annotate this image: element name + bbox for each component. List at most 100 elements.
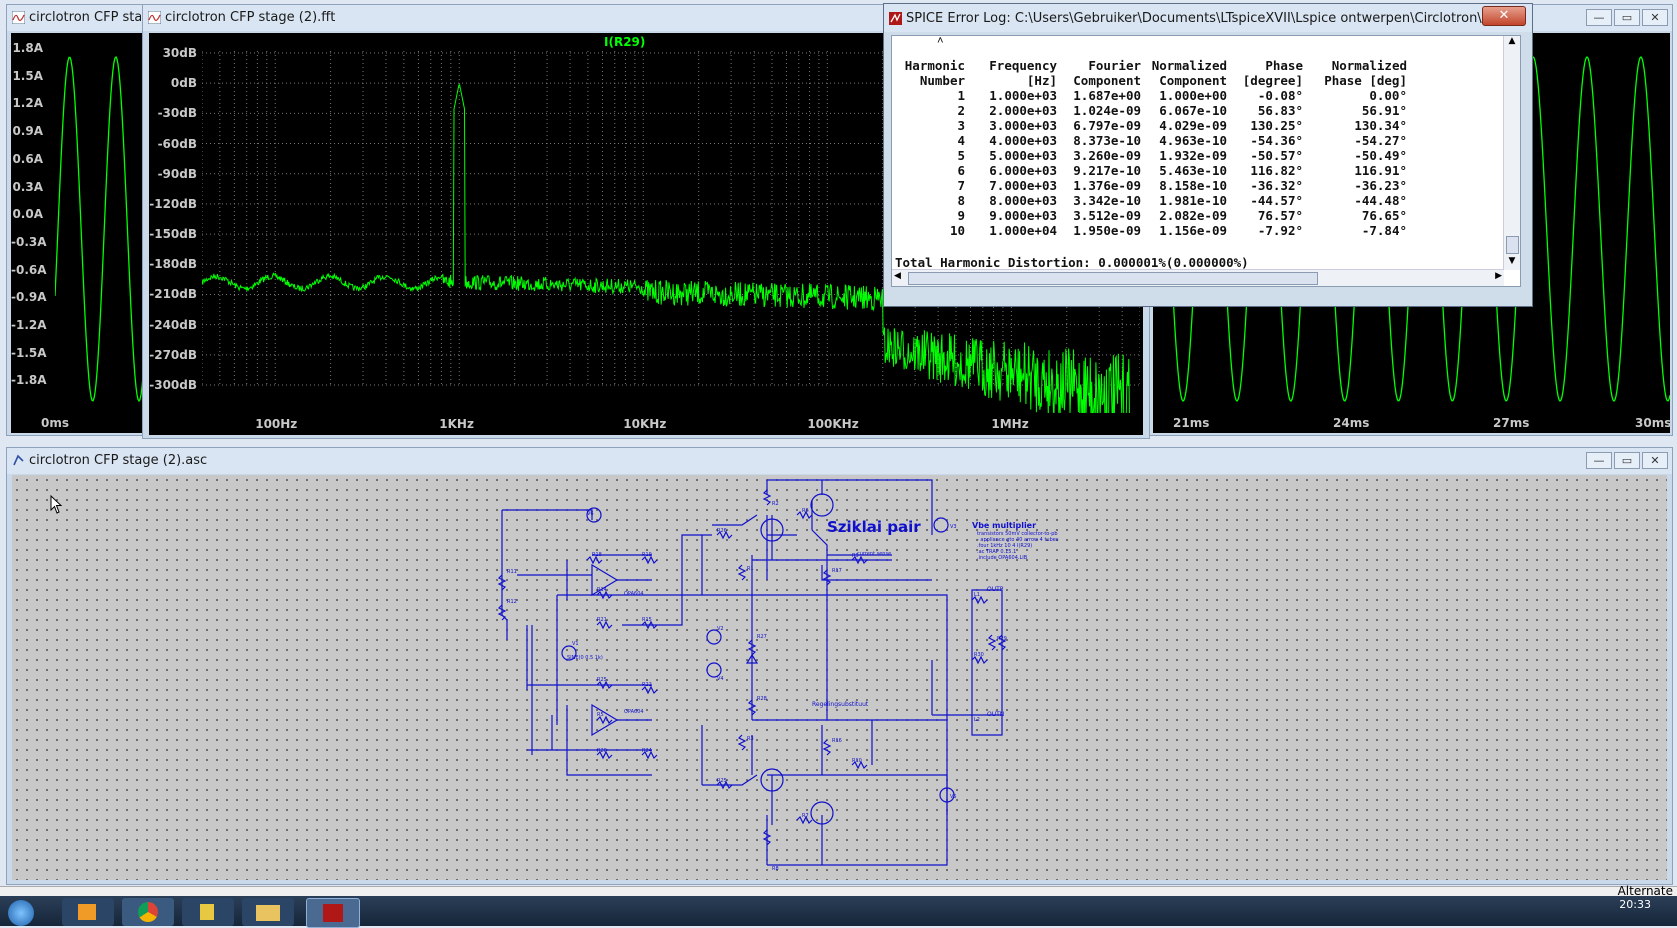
waveform-window-left: circlotron CFP stage 1.8A 1.5A 1.2A 0.9A 0.6…: [6, 4, 146, 436]
clock[interactable]: 20:33: [1619, 898, 1651, 911]
scroll-thumb[interactable]: [908, 272, 1318, 285]
scroll-down-arrow[interactable]: ▼: [1504, 256, 1520, 270]
table-cell: -36.32°: [1250, 178, 1303, 193]
table-cell: -44.48°: [1354, 193, 1407, 208]
table-cell: -50.49°: [1354, 148, 1407, 163]
y-tick-label: -0.9A: [11, 290, 47, 305]
vertical-scrollbar[interactable]: ▲ ▼: [1503, 36, 1520, 270]
thd-line: Total Harmonic Distortion: 0.000001%(0.0…: [895, 255, 1249, 270]
table-cell: 116.91°: [1354, 163, 1407, 178]
table-row: 2 2.000e+03 1.024e-09 6.067e-10 56.83° 56.91°: [895, 103, 1407, 118]
minimize-button[interactable]: —: [1586, 9, 1612, 26]
plot-area[interactable]: 1.8A 1.5A 1.2A 0.9A 0.6A 0.3A 0.0A -0.3A -0.6A -0…: [11, 33, 143, 433]
svg-text:L2: L2: [974, 717, 980, 723]
svg-text:R21: R21: [597, 617, 607, 623]
svg-text:R29: R29: [997, 636, 1007, 642]
table-cell: 76.65°: [1361, 208, 1407, 223]
taskbar-tool[interactable]: [182, 898, 234, 926]
scroll-up-arrow[interactable]: ▲: [1504, 36, 1520, 50]
table-cell: 1.981e-10: [1159, 193, 1227, 208]
label-outn: OUTN: [987, 711, 1005, 718]
close-button[interactable]: ✕: [1642, 452, 1668, 469]
scroll-thumb[interactable]: [1506, 236, 1519, 254]
y-tick-label: -120dB: [149, 196, 197, 211]
x-tick-label: 10KHz: [623, 417, 667, 431]
table-cell: 8: [957, 193, 965, 208]
y-tick-label: -30dB: [157, 106, 197, 121]
y-tick-label: -60dB: [157, 136, 197, 151]
y-tick-label: -0.6A: [11, 262, 47, 277]
svg-text:R11: R11: [507, 569, 517, 575]
y-tick-label: 0.6A: [12, 151, 43, 166]
svg-text:R10: R10: [852, 758, 862, 764]
x-tick-label: 27ms: [1493, 416, 1530, 430]
y-tick-label: 1.5A: [12, 68, 43, 83]
table-cell: 1.156e-09: [1159, 223, 1227, 238]
table-cell: -54.36°: [1250, 133, 1303, 148]
table-row: Number [Hz] Component Component [degree] Phas…: [895, 73, 1407, 88]
x-tick-label: 1MHz: [991, 417, 1029, 431]
table-cell: 3.260e-09: [1073, 148, 1141, 163]
window-titlebar[interactable]: SPICE Error Log: C:\Users\Gebruiker\Docu…: [884, 4, 1532, 32]
table-cell: Harmonic: [904, 58, 965, 73]
table-cell: 2.082e-09: [1159, 208, 1227, 223]
table-cell: 4.029e-09: [1159, 118, 1227, 133]
start-button[interactable]: [8, 900, 34, 926]
window-title: SPICE Error Log: C:\Users\Gebruiker\Docu…: [906, 11, 1486, 26]
waveform-icon: [12, 11, 25, 24]
minimize-button[interactable]: —: [1586, 452, 1612, 469]
scroll-left-arrow[interactable]: ◀: [894, 271, 901, 281]
ltspice-icon: [889, 12, 902, 25]
svg-text:V3: V3: [950, 524, 957, 530]
table-cell: 8.000e+03: [989, 193, 1057, 208]
schematic-canvas[interactable]: R2 R8 R6 R7 R26 R25 R1 R3 R27 R28 R17 R16 R9 R1…: [12, 475, 1667, 880]
y-tick-label: -180dB: [149, 257, 197, 272]
waveform-trace: [55, 55, 143, 403]
scroll-right-arrow[interactable]: ▶: [1495, 271, 1502, 281]
svg-text:R19: R19: [642, 552, 652, 558]
chrome-icon: [138, 902, 158, 922]
table-cell: 6: [957, 163, 965, 178]
svg-text:.include OPA604.LIB: .include OPA604.LIB: [977, 555, 1028, 561]
svg-text:R18: R18: [592, 552, 602, 558]
y-tick-label: 0.0A: [12, 207, 43, 222]
log-content[interactable]: ˄ Harmonic Frequency Fourier Normalized Phas…: [891, 35, 1521, 287]
window-titlebar[interactable]: circlotron CFP stage: [7, 5, 145, 31]
table-cell: -7.92°: [1257, 223, 1303, 238]
table-cell: 6.797e-09: [1073, 118, 1141, 133]
table-row: 5 5.000e+03 3.260e-09 1.932e-09 -50.57° -50.4…: [895, 148, 1407, 163]
svg-text:R7: R7: [802, 813, 809, 819]
svg-text:R25: R25: [717, 778, 727, 784]
table-cell: 3.342e-10: [1073, 193, 1141, 208]
maximize-button[interactable]: ▭: [1614, 9, 1640, 26]
taskbar-media-player[interactable]: [62, 898, 114, 926]
close-button[interactable]: ✕: [1482, 6, 1526, 26]
x-tick-label: 24ms: [1333, 416, 1370, 430]
y-tick-label: -1.2A: [11, 318, 47, 332]
table-cell: 4.000e+03: [989, 133, 1057, 148]
svg-text:R28: R28: [757, 696, 767, 702]
y-tick-label: 0.3A: [12, 179, 43, 194]
taskbar-ltspice[interactable]: [306, 898, 360, 928]
close-button[interactable]: ✕: [1642, 9, 1668, 26]
trace-label[interactable]: I(R29): [604, 35, 645, 49]
taskbar-explorer[interactable]: [242, 898, 294, 926]
svg-text:R5: R5: [597, 712, 604, 718]
taskbar-chrome[interactable]: [122, 898, 174, 926]
maximize-button[interactable]: ▭: [1614, 452, 1640, 469]
table-cell: 1.024e-09: [1073, 103, 1141, 118]
window-titlebar[interactable]: circlotron CFP stage (2).asc — ▭ ✕: [7, 448, 1672, 474]
table-cell: 2: [957, 103, 965, 118]
table-cell: 130.34°: [1354, 118, 1407, 133]
table-cell: Frequency: [989, 58, 1057, 73]
table-row: 10 1.000e+04 1.950e-09 1.156e-09 -7.92° -7.84…: [895, 223, 1407, 238]
y-tick-label: -1.8A: [11, 373, 47, 388]
table-cell: 3.512e-09: [1073, 208, 1141, 223]
table-cell: 6.000e+03: [989, 163, 1057, 178]
schematic-icon: [13, 454, 24, 466]
table-cell: -0.08°: [1257, 88, 1303, 103]
table-header: Phase [deg]: [1324, 73, 1407, 88]
table-cell: 1.000e+04: [989, 223, 1057, 238]
svg-text:current sense: current sense: [857, 551, 891, 557]
horizontal-scrollbar[interactable]: ◀ ▶: [892, 269, 1504, 286]
